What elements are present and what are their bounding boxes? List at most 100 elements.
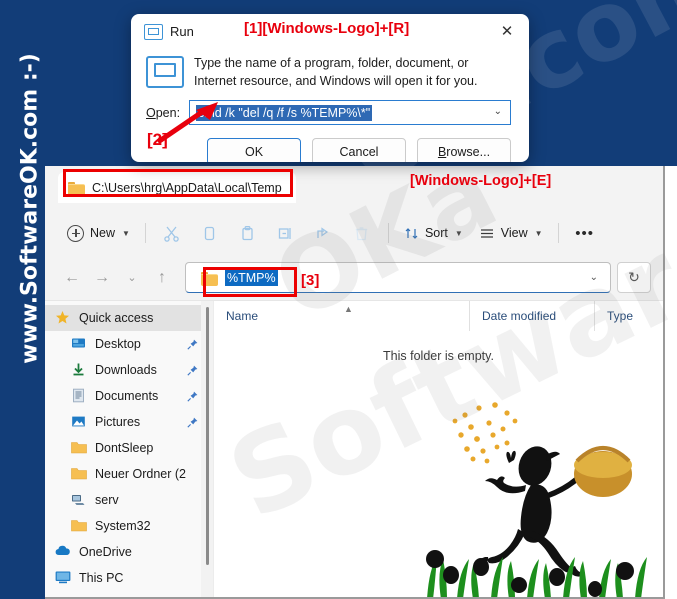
star-icon	[55, 310, 71, 326]
sidebar-item-onedrive[interactable]: OneDrive	[45, 539, 213, 565]
navigation-pane: Quick access Desktop Downloads Documents Pic…	[45, 301, 213, 597]
refresh-button[interactable]: ↻	[617, 262, 651, 293]
sidebar-item-system32[interactable]: System32	[45, 513, 213, 539]
folder-icon	[71, 518, 87, 534]
network-icon	[71, 492, 87, 508]
browse-button[interactable]: Browse...	[417, 138, 511, 162]
column-header-date-label: Date modified	[482, 309, 557, 323]
new-button-label: New	[90, 226, 116, 240]
screenshot-root: OK.com www.SoftwareOK.com :-) C:\Users\h…	[0, 0, 677, 599]
chevron-down-icon: ▼	[122, 228, 130, 238]
run-dialog-body: Type the name of a program, folder, docu…	[131, 48, 529, 90]
column-header-name-label: Name	[226, 309, 259, 323]
sort-icon	[405, 227, 418, 239]
cancel-button[interactable]: Cancel	[312, 138, 406, 162]
run-command-value: cmd /k "del /q /f /s %TEMP%\*"	[196, 104, 373, 121]
recent-locations-button[interactable]: ⌄	[117, 263, 147, 293]
folder-icon	[71, 440, 87, 456]
file-explorer-window: C:\Users\hrg\AppData\Local\Temp New ▼ So…	[45, 166, 665, 599]
cloud-icon	[55, 544, 71, 560]
sidebar-item-label: Pictures	[95, 415, 141, 429]
back-button[interactable]: ←	[57, 263, 87, 293]
column-header-name[interactable]: Name	[214, 301, 469, 331]
explorer-titlebar: C:\Users\hrg\AppData\Local\Temp	[45, 166, 663, 211]
nav-scrollbar-track[interactable]	[201, 301, 213, 597]
run-large-icon	[146, 56, 184, 88]
pin-icon	[187, 391, 198, 402]
sidebar-item-desktop[interactable]: Desktop	[45, 331, 213, 357]
empty-folder-message: This folder is empty.	[383, 349, 494, 363]
view-button[interactable]: View ▼	[471, 218, 551, 248]
sidebar-item-label: Downloads	[95, 363, 157, 377]
rename-button[interactable]	[267, 218, 305, 248]
download-icon	[71, 362, 87, 378]
view-icon	[480, 228, 493, 238]
sidebar-item-label: Quick access	[79, 311, 154, 325]
sidebar-item-label: serv	[95, 493, 119, 507]
run-command-input[interactable]: cmd /k "del /q /f /s %TEMP%\*" ⌄	[189, 100, 511, 126]
toolbar-divider-2	[387, 223, 389, 243]
explorer-tab[interactable]: C:\Users\hrg\AppData\Local\Temp	[58, 172, 296, 203]
toolbar-divider-3	[557, 223, 559, 243]
annotation-windows-e: [Windows-Logo]+[E]	[410, 173, 552, 189]
sort-button[interactable]: Sort ▼	[396, 218, 471, 248]
share-icon	[317, 226, 329, 238]
share-button[interactable]	[305, 218, 343, 248]
document-icon	[71, 388, 87, 404]
pin-icon	[187, 365, 198, 376]
ok-button[interactable]: OK	[207, 138, 301, 162]
sidebar-item-downloads[interactable]: Downloads	[45, 357, 213, 383]
pin-icon	[187, 339, 198, 350]
cut-button[interactable]	[153, 218, 191, 248]
nav-scrollbar-thumb[interactable]	[206, 307, 209, 565]
chevron-down-icon: ▼	[454, 228, 463, 238]
annotation-arrow	[156, 102, 218, 144]
sidebar-item-documents[interactable]: Documents	[45, 383, 213, 409]
view-button-label: View	[500, 226, 528, 240]
sidebar-item-this-pc[interactable]: This PC	[45, 565, 213, 591]
branding-rail-text: www.SoftwareOK.com :-)	[17, 53, 43, 364]
explorer-toolbar: New ▼ Sort ▼ View ▼ •••	[45, 211, 663, 255]
sidebar-item-label: Neuer Ordner (2	[95, 467, 187, 481]
copy-icon	[205, 226, 215, 240]
annotation-step-1: [1][Windows-Logo]+[R]	[244, 20, 410, 37]
delete-button[interactable]	[343, 218, 381, 248]
chevron-down-icon[interactable]: ⌄	[494, 106, 502, 117]
folder-icon	[68, 181, 85, 196]
new-button[interactable]: New ▼	[59, 218, 138, 248]
sower-illustration	[426, 402, 647, 597]
forward-button[interactable]: →	[87, 263, 117, 293]
column-header-row: Name ▲ Date modified Type	[214, 301, 663, 331]
sort-ascending-icon: ▲	[344, 304, 353, 314]
up-button[interactable]: ↑	[147, 263, 177, 293]
sidebar-item-serv[interactable]: serv	[45, 487, 213, 513]
close-icon[interactable]: ✕	[485, 14, 529, 48]
column-header-type[interactable]: Type	[594, 301, 663, 331]
sidebar-item-pictures[interactable]: Pictures	[45, 409, 213, 435]
address-input[interactable]: %TMP% ⌄	[185, 262, 611, 293]
paste-button[interactable]	[229, 218, 267, 248]
sort-button-label: Sort	[424, 226, 448, 240]
sidebar-item-neuer-ordner-2[interactable]: Neuer Ordner (2	[45, 461, 213, 487]
column-header-date[interactable]: Date modified	[469, 301, 594, 331]
delete-icon	[356, 226, 368, 240]
explorer-tab-label: C:\Users\hrg\AppData\Local\Temp	[92, 180, 282, 195]
copy-button[interactable]	[191, 218, 229, 248]
plus-icon	[67, 224, 84, 242]
annotation-step-3: [3]	[301, 272, 320, 289]
sidebar-item-label: Desktop	[95, 337, 141, 351]
explorer-address-bar: ← → ⌄ ↑ %TMP% ⌄ ↻	[45, 255, 663, 300]
see-more-button[interactable]: •••	[566, 218, 604, 248]
folder-icon	[71, 466, 87, 482]
rename-icon	[279, 227, 292, 239]
chevron-down-icon[interactable]: ⌄	[590, 272, 598, 283]
run-dialog-title: Run	[170, 23, 194, 39]
column-header-type-label: Type	[607, 309, 634, 323]
pictures-icon	[71, 414, 87, 430]
desktop-icon	[71, 336, 87, 352]
run-dialog-description: Type the name of a program, folder, docu…	[194, 56, 478, 89]
sidebar-item-dontsleep[interactable]: DontSleep	[45, 435, 213, 461]
sidebar-item-quick-access[interactable]: Quick access	[45, 305, 213, 331]
sidebar-item-label: OneDrive	[79, 545, 132, 559]
file-list-pane: Name ▲ Date modified Type This folder is…	[213, 301, 663, 597]
